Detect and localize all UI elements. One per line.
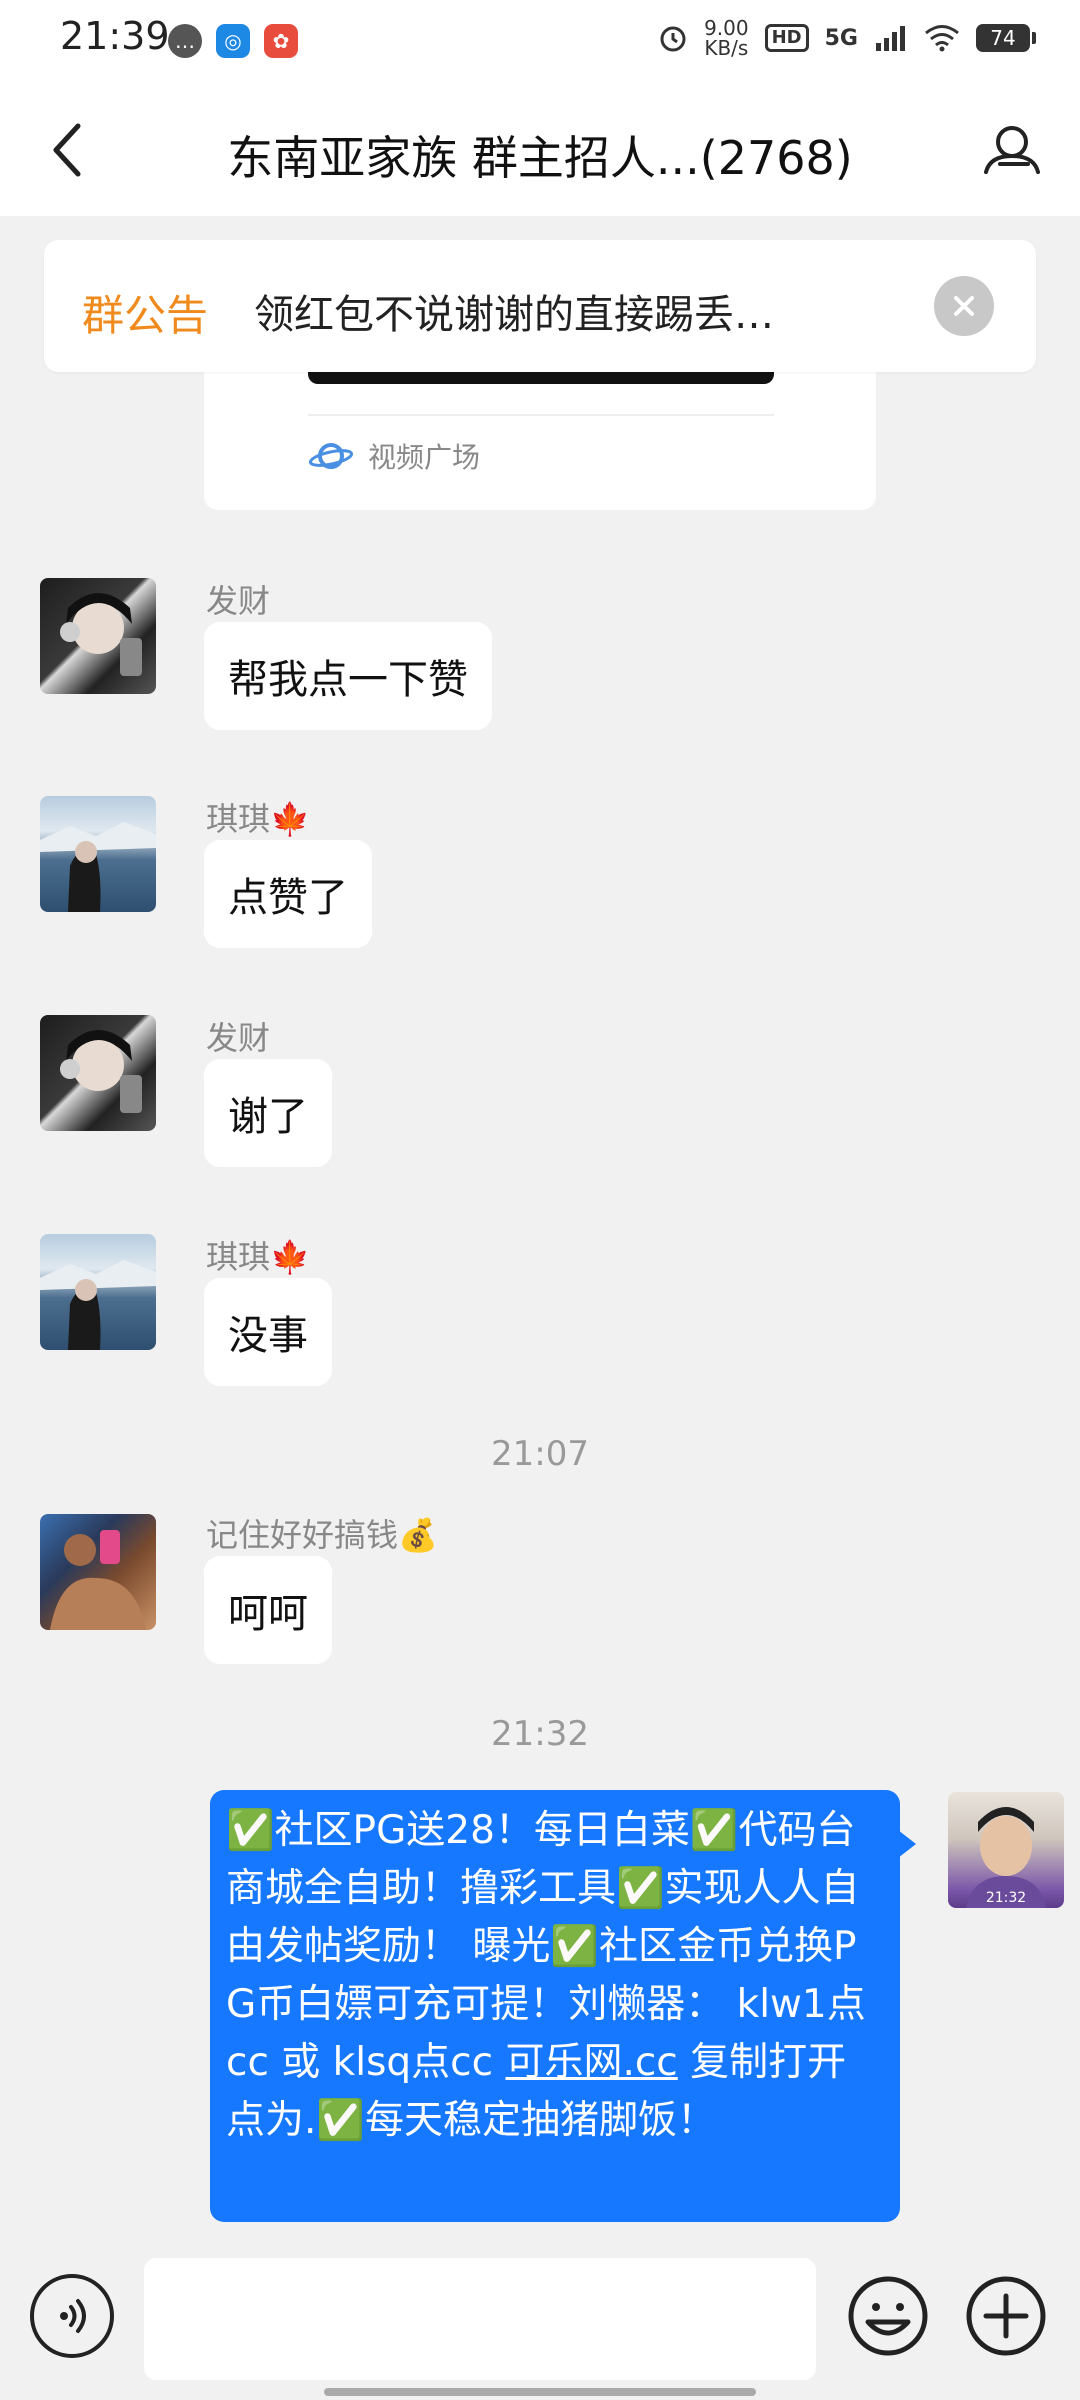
message-input[interactable] [144,2258,816,2380]
sender-name: 琪琪🍁 [206,800,310,838]
battery-icon: 74 [976,24,1036,52]
message-bubble[interactable]: 谢了 [204,1059,332,1167]
close-icon [954,296,974,316]
status-time: 21:39 [60,14,170,58]
message-link[interactable]: 可乐网.cc [505,2040,677,2085]
avatar-time-label: 21:32 [986,1890,1026,1906]
home-indicator[interactable] [324,2388,756,2396]
avatar[interactable] [40,1514,156,1630]
timestamp: 21:32 [491,1714,589,1754]
network-type: 5G [824,25,858,51]
voice-icon [60,2299,86,2333]
timestamp: 21:07 [491,1434,589,1474]
signal-icon [876,26,905,51]
app-notification-icon: ◎ [216,24,250,58]
wifi-icon [925,25,959,52]
taobao-notification-icon: ✿ [264,24,298,58]
group-members-icon[interactable] [980,118,1044,182]
avatar[interactable] [40,796,156,912]
chat-notification-icon: … [168,24,202,58]
status-bar: 21:39 … ◎ ✿ 9.00 KB/s HD 5G 74 [0,0,1080,84]
video-thumbnail-bottom [308,372,774,384]
announcement-text: 领红包不说谢谢的直接踢丢… [254,292,774,338]
sender-name: 琪琪🍁 [206,1238,310,1276]
announcement-label: 群公告 [82,291,209,340]
alarm-icon [660,26,686,52]
own-message-bubble[interactable]: ✅社区PG送28！每日白菜✅代码台商城全自助！撸彩工具✅实现人人自由发帖奖励！ … [210,1790,916,2222]
video-source: 视频广场 [308,436,480,476]
net-speed: 9.00 KB/s [704,16,749,60]
avatar[interactable] [40,1015,156,1131]
more-actions-button[interactable] [964,2274,1048,2358]
system-indicators: 9.00 KB/s HD 5G 74 [658,16,1036,60]
own-avatar[interactable]: 21:32 [948,1792,1064,1908]
video-source-label: 视频广场 [368,441,481,474]
card-divider [308,414,774,416]
close-announcement-button[interactable] [934,276,994,336]
sender-name: 记住好好搞钱💰 [206,1516,438,1554]
message-bubble[interactable]: 帮我点一下赞 [204,622,492,730]
back-arrow-icon[interactable] [42,120,92,180]
group-title[interactable]: 东南亚家族 群主招人...(2768) [120,122,960,188]
input-bar [0,2236,1080,2400]
sender-name: 发财 [206,1019,271,1057]
message-bubble[interactable]: 呵呵 [204,1556,332,1664]
planet-icon [308,443,354,469]
hd-badge: HD [764,24,809,52]
avatar[interactable] [40,578,156,694]
message-bubble[interactable]: 点赞了 [204,840,372,948]
group-announcement[interactable]: 群公告 领红包不说谢谢的直接踢丢… [44,240,1036,372]
chat-header: 东南亚家族 群主招人...(2768) [0,84,1080,216]
avatar[interactable] [40,1234,156,1350]
sender-name: 发财 [206,582,271,620]
message-bubble[interactable]: 没事 [204,1278,332,1386]
emoji-button[interactable] [846,2274,930,2358]
voice-input-button[interactable] [30,2274,114,2358]
notification-icons: … ◎ ✿ [168,24,298,58]
